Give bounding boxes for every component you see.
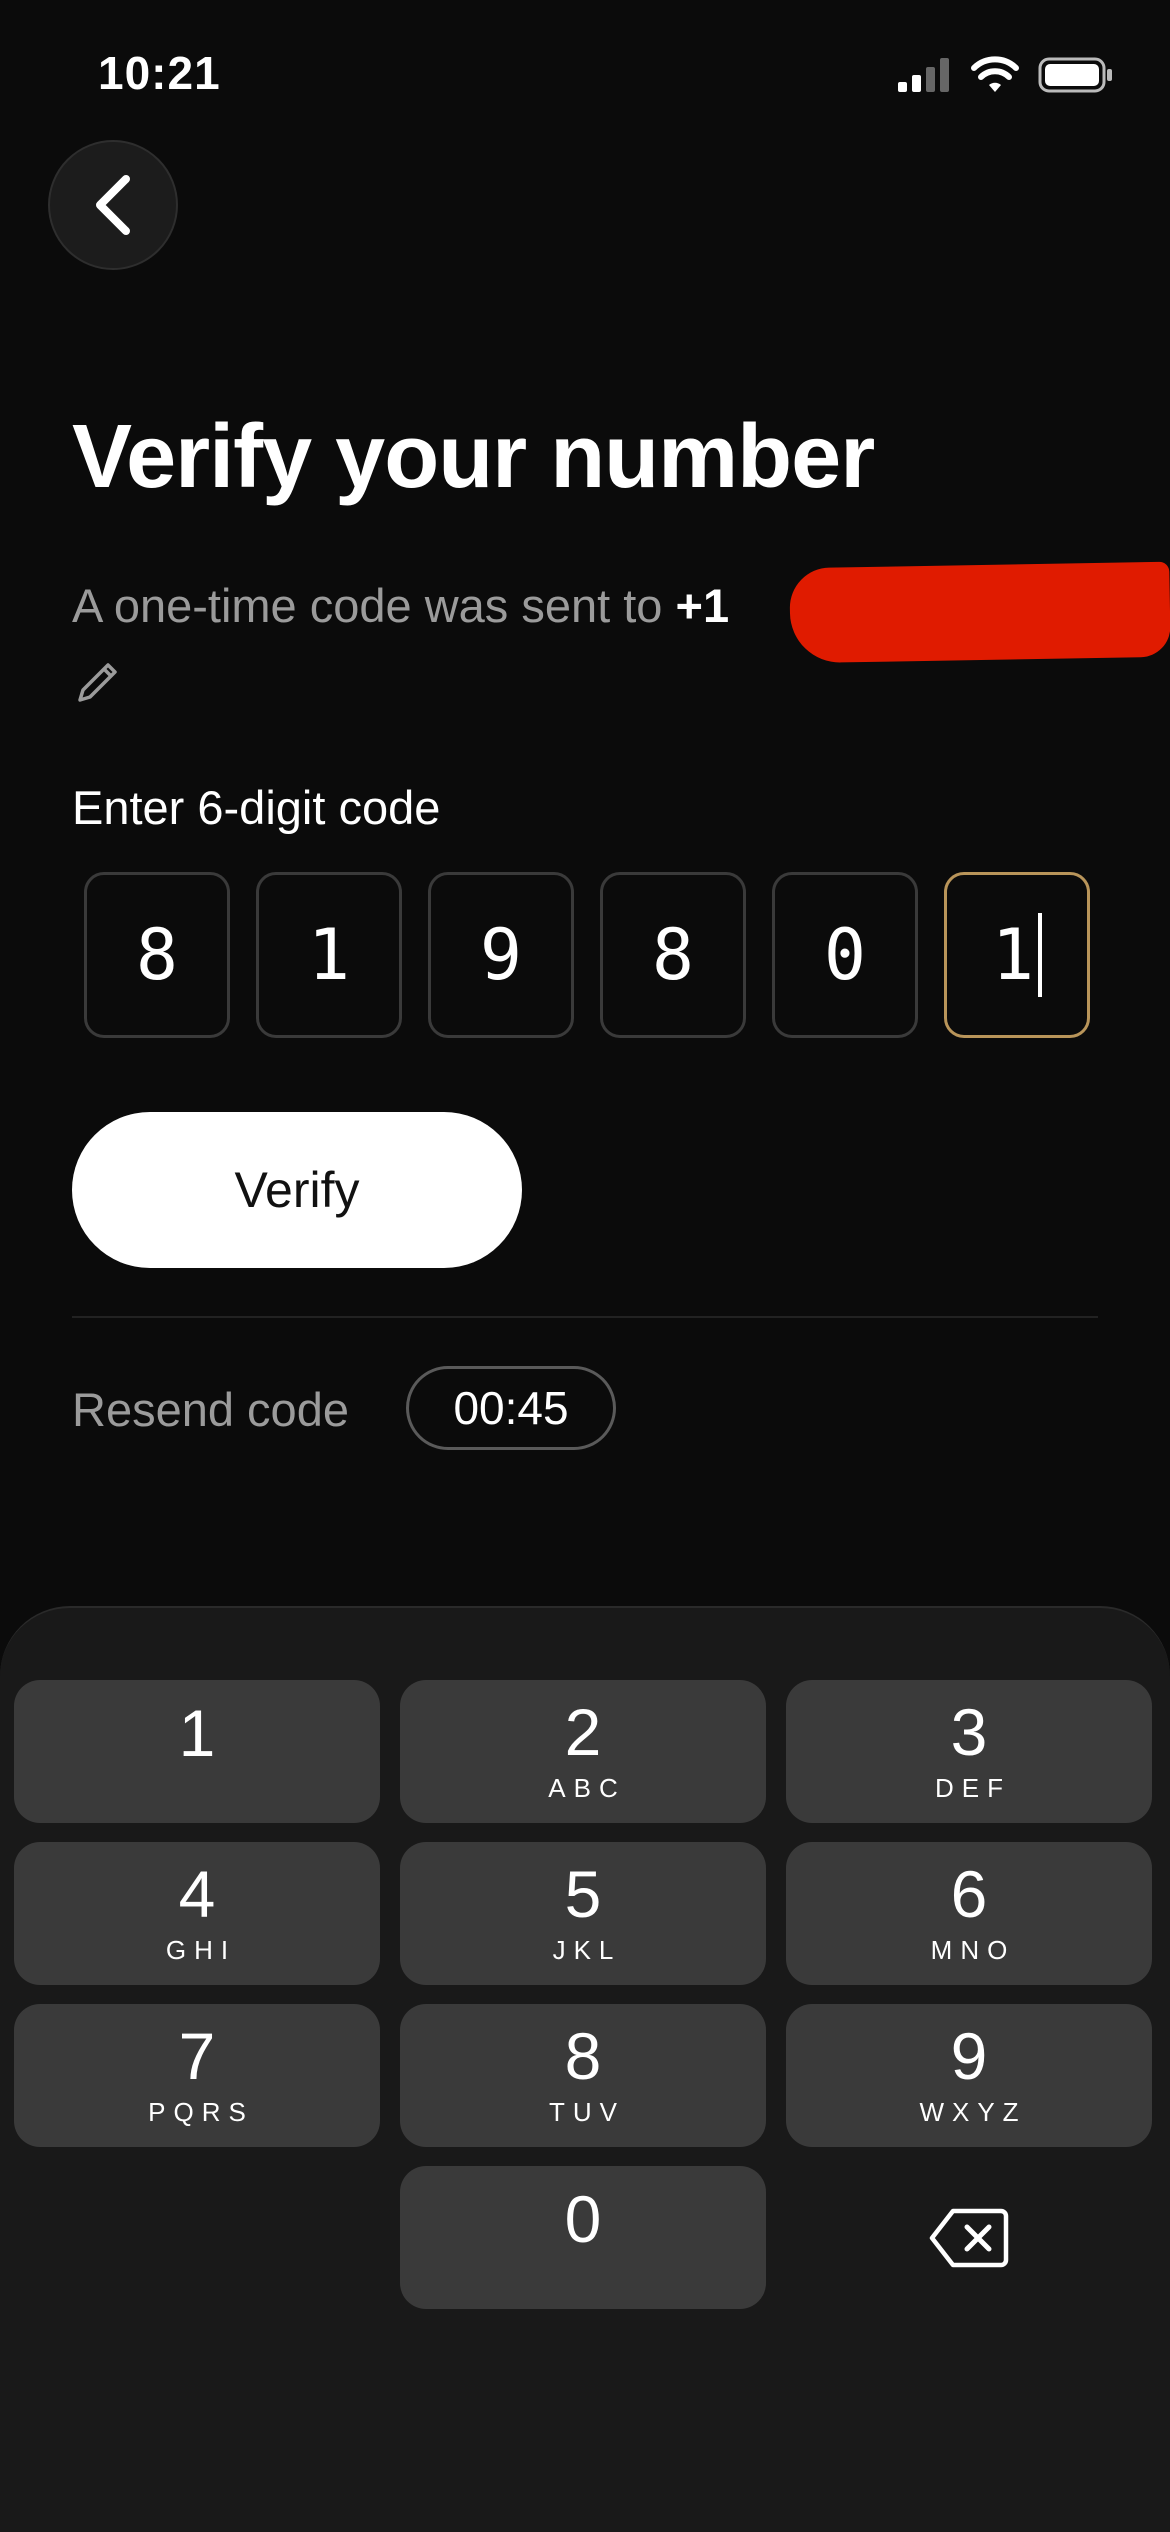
text-caret <box>1038 913 1043 997</box>
keypad-key-0[interactable]: 0 <box>400 2166 766 2309</box>
keypad-key-3[interactable]: 3 DEF <box>786 1680 1152 1823</box>
key-letters: MNO <box>930 1935 1016 1965</box>
code-digit-box[interactable]: 1 <box>256 872 402 1038</box>
key-digit: 6 <box>950 1857 988 1931</box>
key-letters: JKL <box>552 1935 622 1965</box>
code-digit-box-active[interactable]: 1 <box>944 872 1090 1038</box>
code-label: Enter 6-digit code <box>72 781 441 834</box>
key-letters: DEF <box>935 1773 1011 1803</box>
key-digit: 8 <box>564 2019 602 2093</box>
numeric-keypad: 1 2 ABC 3 DEF 4 GHI 5 JKL 6 MNO 7 PQRS 8… <box>0 1606 1170 2532</box>
backspace-icon <box>929 2208 1009 2267</box>
key-digit: 2 <box>564 1695 602 1769</box>
status-icons <box>898 52 1114 98</box>
code-digit: 8 <box>135 914 179 996</box>
resend-timer: 00:45 <box>406 1366 616 1450</box>
code-digit-box[interactable]: 8 <box>600 872 746 1038</box>
key-digit: 0 <box>564 2181 602 2256</box>
keypad-key-2[interactable]: 2 ABC <box>400 1680 766 1823</box>
code-digit-box[interactable]: 9 <box>428 872 574 1038</box>
key-letters <box>193 1774 201 1804</box>
code-input-row: 8 1 9 8 0 1 <box>84 872 1090 1038</box>
code-sent-message: A one-time code was sent to +1 <box>72 578 729 633</box>
key-letters <box>579 2260 587 2290</box>
keypad-key-4[interactable]: 4 GHI <box>14 1842 380 1985</box>
key-letters: TUV <box>549 2097 625 2127</box>
code-sent-text: A one-time code was sent to <box>72 579 676 632</box>
phone-number: +1 <box>675 579 730 632</box>
keypad-key-8[interactable]: 8 TUV <box>400 2004 766 2147</box>
verify-button[interactable]: Verify <box>72 1112 522 1268</box>
code-digit: 1 <box>991 914 1035 996</box>
code-digit: 0 <box>823 914 867 996</box>
key-letters: ABC <box>548 1773 626 1803</box>
key-digit: 3 <box>950 1695 988 1769</box>
key-letters: WXYZ <box>919 2097 1027 2127</box>
code-digit: 9 <box>479 914 523 996</box>
redaction-mark <box>789 561 1170 664</box>
key-digit: 1 <box>178 1695 216 1770</box>
code-digit-box[interactable]: 8 <box>84 872 230 1038</box>
signal-icon <box>898 58 949 92</box>
key-letters: GHI <box>165 1935 237 1965</box>
status-bar: 10:21 <box>0 0 1170 150</box>
backspace-key[interactable] <box>786 2166 1152 2309</box>
keypad-key-9[interactable]: 9 WXYZ <box>786 2004 1152 2147</box>
page-title: Verify your number <box>72 407 875 507</box>
back-chevron-icon <box>96 175 130 235</box>
key-digit: 9 <box>950 2019 988 2093</box>
key-digit: 4 <box>178 1857 216 1931</box>
status-time: 10:21 <box>98 47 221 99</box>
back-button[interactable] <box>48 140 178 270</box>
key-letters: PQRS <box>148 2097 254 2127</box>
wifi-icon <box>971 56 1019 92</box>
keypad-key-5[interactable]: 5 JKL <box>400 1842 766 1985</box>
divider <box>72 1316 1098 1318</box>
battery-icon <box>1038 57 1112 93</box>
code-digit-box[interactable]: 0 <box>772 872 918 1038</box>
keypad-key-1[interactable]: 1 <box>14 1680 380 1823</box>
code-digit: 1 <box>307 914 351 996</box>
keypad-key-7[interactable]: 7 PQRS <box>14 2004 380 2147</box>
edit-pencil-icon[interactable] <box>74 658 122 706</box>
key-digit: 7 <box>178 2019 216 2093</box>
keypad-key-6[interactable]: 6 MNO <box>786 1842 1152 1985</box>
resend-code-label[interactable]: Resend code <box>72 1382 349 1437</box>
key-digit: 5 <box>564 1857 602 1931</box>
code-digit: 8 <box>651 914 695 996</box>
